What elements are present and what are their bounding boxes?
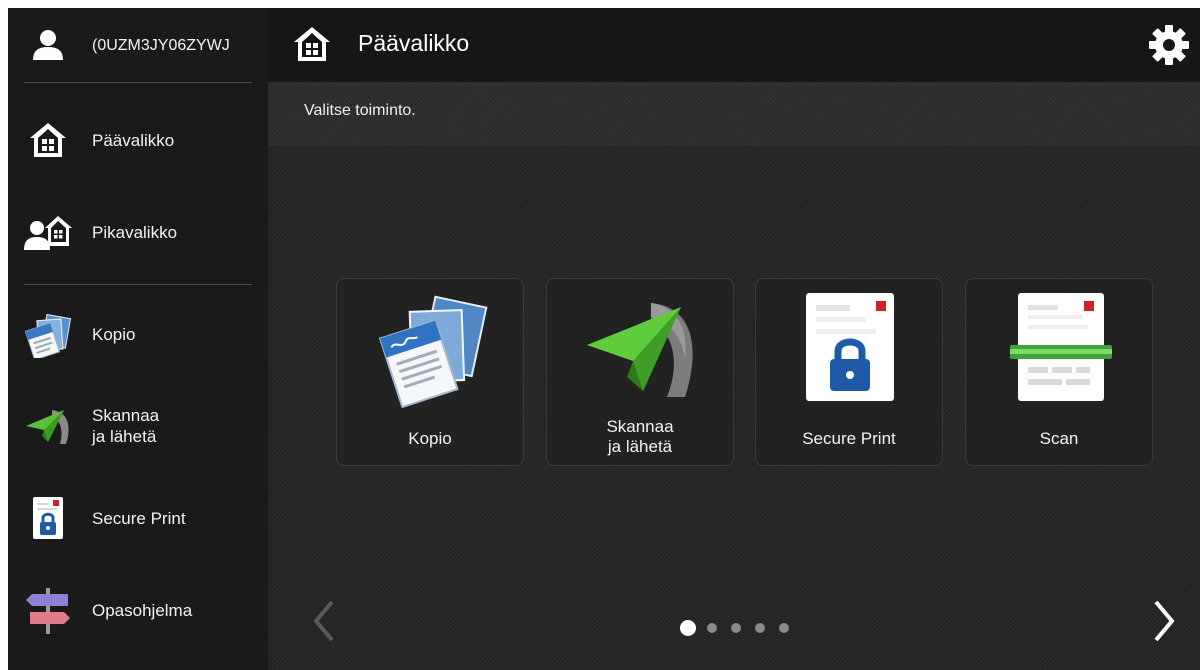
tile-label: Secure Print (802, 429, 896, 448)
paper-plane-icon (581, 289, 701, 409)
user-id: (0UZM3JY06ZYWJ (92, 37, 230, 54)
tile-secure-print[interactable]: Secure Print (755, 278, 943, 466)
next-page-button[interactable] (1144, 596, 1184, 646)
secure-print-icon (790, 289, 910, 409)
user-info[interactable]: (0UZM3JY06ZYWJ (8, 8, 268, 82)
page-dot[interactable] (680, 620, 696, 636)
copy-icon (371, 289, 491, 409)
page-dot[interactable] (779, 623, 789, 633)
page-indicator (680, 618, 800, 638)
chevron-right-icon (1154, 600, 1175, 642)
sidebar-divider (24, 82, 252, 83)
previous-page-button[interactable] (304, 596, 344, 646)
sidebar-item-scan-and-send[interactable]: Skannaa ja lähetä (8, 386, 268, 466)
user-icon (24, 21, 72, 69)
sidebar-item-label: Opasohjelma (92, 601, 193, 620)
sidebar: (0UZM3JY06ZYWJ Päävalikko Pikavalikko Ko… (8, 8, 268, 670)
sidebar-item-main-menu[interactable]: Päävalikko (8, 100, 268, 180)
tile-label: Scan (1039, 429, 1079, 448)
chevron-left-icon (313, 600, 334, 642)
tile-label: Skannaa ja lähetä (606, 417, 674, 456)
tile-label: Kopio (408, 429, 452, 448)
sidebar-item-label: Secure Print (92, 509, 186, 528)
gear-icon[interactable] (1148, 24, 1190, 66)
home-icon (24, 116, 72, 164)
top-bar: Päävalikko (268, 8, 1200, 82)
page-dot[interactable] (707, 623, 717, 633)
copy-icon (24, 310, 72, 358)
page-title: Päävalikko (358, 30, 470, 56)
sidebar-item-secure-print[interactable]: Secure Print (8, 478, 268, 558)
sidebar-item-label: Päävalikko (92, 131, 175, 150)
tile-scan[interactable]: Scan (965, 278, 1153, 466)
sidebar-divider (24, 284, 252, 285)
home-icon (292, 24, 332, 64)
instruction-text: Valitse toiminto. (304, 102, 416, 119)
sidebar-item-label: Kopio (92, 325, 136, 344)
sidebar-item-tutorial[interactable]: Opasohjelma (8, 570, 268, 650)
sidebar-item-label: Pikavalikko (92, 223, 178, 242)
sidebar-item-quick-menu[interactable]: Pikavalikko (8, 192, 268, 272)
tile-copy[interactable]: Kopio (336, 278, 524, 466)
sidebar-item-copy[interactable]: Kopio (8, 294, 268, 374)
sidebar-item-label: Skannaa ja lähetä (92, 406, 160, 446)
app-frame: (0UZM3JY06ZYWJ Päävalikko Pikavalikko Ko… (8, 8, 1200, 670)
tile-scan-and-send[interactable]: Skannaa ja lähetä (546, 278, 734, 466)
page-dot[interactable] (755, 623, 765, 633)
signpost-icon (24, 586, 72, 634)
secure-print-icon (24, 494, 72, 542)
quick-menu-icon (24, 208, 72, 256)
instruction-banner: Valitse toiminto. (268, 82, 1200, 146)
page-dot[interactable] (731, 623, 741, 633)
scan-icon (1000, 289, 1120, 409)
main-content: Valitse toiminto. Kopio Skannaa ja lähet… (268, 82, 1200, 670)
paper-plane-icon (24, 402, 72, 450)
